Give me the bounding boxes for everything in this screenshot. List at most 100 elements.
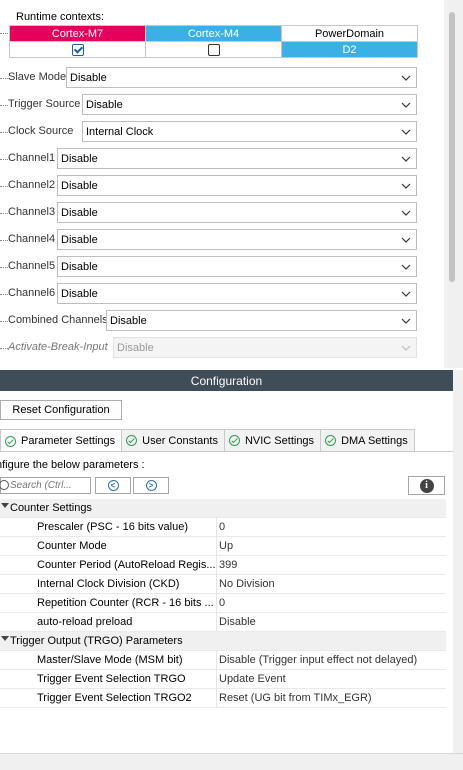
- mode-param-select[interactable]: Internal Clock: [82, 121, 417, 142]
- column-divider: [216, 613, 217, 631]
- info-button[interactable]: i: [408, 476, 445, 495]
- tab-label: User Constants: [142, 434, 218, 447]
- tree-connector: [0, 213, 8, 214]
- table-row[interactable]: Trigger Event Selection TRGO Update Event: [0, 670, 446, 689]
- mode-param-value: Disable: [61, 180, 98, 192]
- parameter-value[interactable]: 399: [219, 559, 237, 571]
- tree-connector: [0, 33, 8, 34]
- column-divider: [216, 651, 217, 669]
- check-circle-icon: [5, 435, 16, 447]
- chevron-down-icon: [401, 129, 411, 135]
- mode-param-value: Disable: [61, 288, 98, 300]
- mode-param-select[interactable]: Disable: [66, 67, 417, 88]
- column-divider: [216, 575, 217, 593]
- tree-connector: [0, 105, 8, 106]
- tree-connector: [0, 186, 8, 187]
- mode-panel-scrollbar[interactable]: [444, 0, 463, 368]
- chevron-down-icon: [401, 102, 411, 108]
- parameter-value[interactable]: 0: [219, 597, 225, 609]
- config-tabs: Parameter Settings User Constants NVIC S…: [0, 429, 415, 452]
- reset-configuration-button[interactable]: Reset Configuration: [0, 400, 122, 420]
- parameter-value[interactable]: No Division: [219, 578, 275, 590]
- cortex-m4-checkbox[interactable]: [207, 43, 220, 56]
- parameter-group-header[interactable]: Counter Settings: [0, 499, 446, 518]
- column-divider: [216, 537, 217, 555]
- mode-param-value: Disable: [86, 99, 123, 111]
- cortex-m7-checkbox[interactable]: [71, 43, 84, 56]
- search-input[interactable]: [10, 479, 88, 492]
- tab-parameter-settings[interactable]: Parameter Settings: [0, 429, 123, 452]
- chevron-down-icon: [401, 345, 411, 351]
- scrollbar-thumb[interactable]: [449, 12, 455, 282]
- column-divider: [216, 518, 217, 536]
- mode-param-row: Channel4 Disable: [0, 229, 418, 251]
- table-row[interactable]: Repetition Counter (RCR - 16 bits ... 0: [0, 594, 446, 613]
- mode-param-select[interactable]: Disable: [82, 94, 417, 115]
- table-row[interactable]: Counter Period (AutoReload Regis... 399: [0, 556, 446, 575]
- mode-param-select[interactable]: Disable: [57, 229, 417, 250]
- group-label: Counter Settings: [10, 502, 92, 514]
- mode-param-row: Clock Source Internal Clock: [0, 121, 418, 143]
- column-divider: [216, 689, 217, 707]
- mode-param-value: Internal Clock: [86, 126, 154, 138]
- next-match-button[interactable]: >: [133, 477, 169, 494]
- tab-dma-settings[interactable]: DMA Settings: [320, 429, 415, 451]
- mode-param-select[interactable]: Disable: [57, 256, 417, 277]
- configuration-panel: Reset Configuration Parameter Settings U…: [0, 391, 453, 753]
- mode-param-label: Channel3: [8, 206, 56, 218]
- parameter-name: Counter Period (AutoReload Regis...: [37, 559, 215, 571]
- mode-param-select[interactable]: Disable: [57, 283, 417, 304]
- chevron-down-icon: [401, 318, 411, 324]
- mode-param-value: Disable: [61, 207, 98, 219]
- mode-param-row: Channel6 Disable: [0, 283, 418, 305]
- chevron-down-icon: [401, 210, 411, 216]
- column-divider: [216, 670, 217, 688]
- chevron-down-icon: [401, 264, 411, 270]
- parameter-group-header[interactable]: Trigger Output (TRGO) Parameters: [0, 632, 446, 651]
- table-row[interactable]: Internal Clock Division (CKD) No Division: [0, 575, 446, 594]
- parameter-value[interactable]: Reset (UG bit from TIMx_EGR): [219, 692, 372, 704]
- parameter-value[interactable]: 0: [219, 521, 225, 533]
- chevron-right-icon: >: [145, 480, 157, 491]
- mode-param-select[interactable]: Disable: [57, 175, 417, 196]
- bottom-status-strip: [0, 753, 463, 770]
- parameter-value[interactable]: Disable (Trigger input effect not delaye…: [219, 654, 417, 666]
- mode-param-select[interactable]: Disable: [57, 202, 417, 223]
- parameter-name: Trigger Event Selection TRGO: [37, 673, 186, 685]
- info-icon: i: [419, 478, 434, 493]
- tab-nvic-settings[interactable]: NVIC Settings: [223, 429, 322, 451]
- table-row[interactable]: Counter Mode Up: [0, 537, 446, 556]
- tree-connector: [0, 348, 8, 349]
- expand-triangle-icon[interactable]: [1, 636, 9, 641]
- parameter-value[interactable]: Disable: [219, 616, 256, 628]
- mode-param-select[interactable]: Disable: [106, 310, 417, 331]
- tab-user-constants[interactable]: User Constants: [121, 429, 225, 451]
- configuration-title: Configuration: [0, 370, 453, 391]
- table-row[interactable]: Master/Slave Mode (MSM bit) Disable (Trig…: [0, 651, 446, 670]
- config-scrollbar[interactable]: [453, 370, 463, 753]
- table-row[interactable]: Prescaler (PSC - 16 bits value) 0: [0, 518, 446, 537]
- mode-param-select[interactable]: Disable: [57, 148, 417, 169]
- cortex-m7-header: Cortex-M7: [9, 25, 146, 42]
- tree-connector: [0, 240, 8, 241]
- mode-param-value: Disable: [117, 342, 154, 354]
- cortex-m4-header: Cortex-M4: [145, 25, 282, 42]
- tree-connector: [0, 159, 8, 160]
- cortex-m4-cell: [145, 41, 282, 58]
- table-row[interactable]: Trigger Event Selection TRGO2 Reset (UG b…: [0, 689, 446, 708]
- check-circle-icon: [126, 435, 138, 446]
- mode-param-row: Combined Channels Disable: [0, 310, 418, 332]
- mode-param-row: Trigger Source Disable: [0, 94, 418, 116]
- parameter-value[interactable]: Up: [219, 540, 233, 552]
- mode-param-label: Combined Channels: [8, 314, 108, 326]
- power-domain-value[interactable]: D2: [281, 41, 418, 58]
- parameter-value[interactable]: Update Event: [219, 673, 286, 685]
- previous-match-button[interactable]: <: [95, 477, 131, 494]
- tab-label: DMA Settings: [341, 434, 408, 447]
- mode-param-row: Slave Mode Disable: [0, 67, 418, 89]
- chevron-down-icon: [401, 156, 411, 162]
- expand-triangle-icon[interactable]: [1, 503, 9, 508]
- tree-connector: [0, 132, 8, 133]
- table-row[interactable]: auto-reload preload Disable: [0, 613, 446, 632]
- mode-param-row: Channel2 Disable: [0, 175, 418, 197]
